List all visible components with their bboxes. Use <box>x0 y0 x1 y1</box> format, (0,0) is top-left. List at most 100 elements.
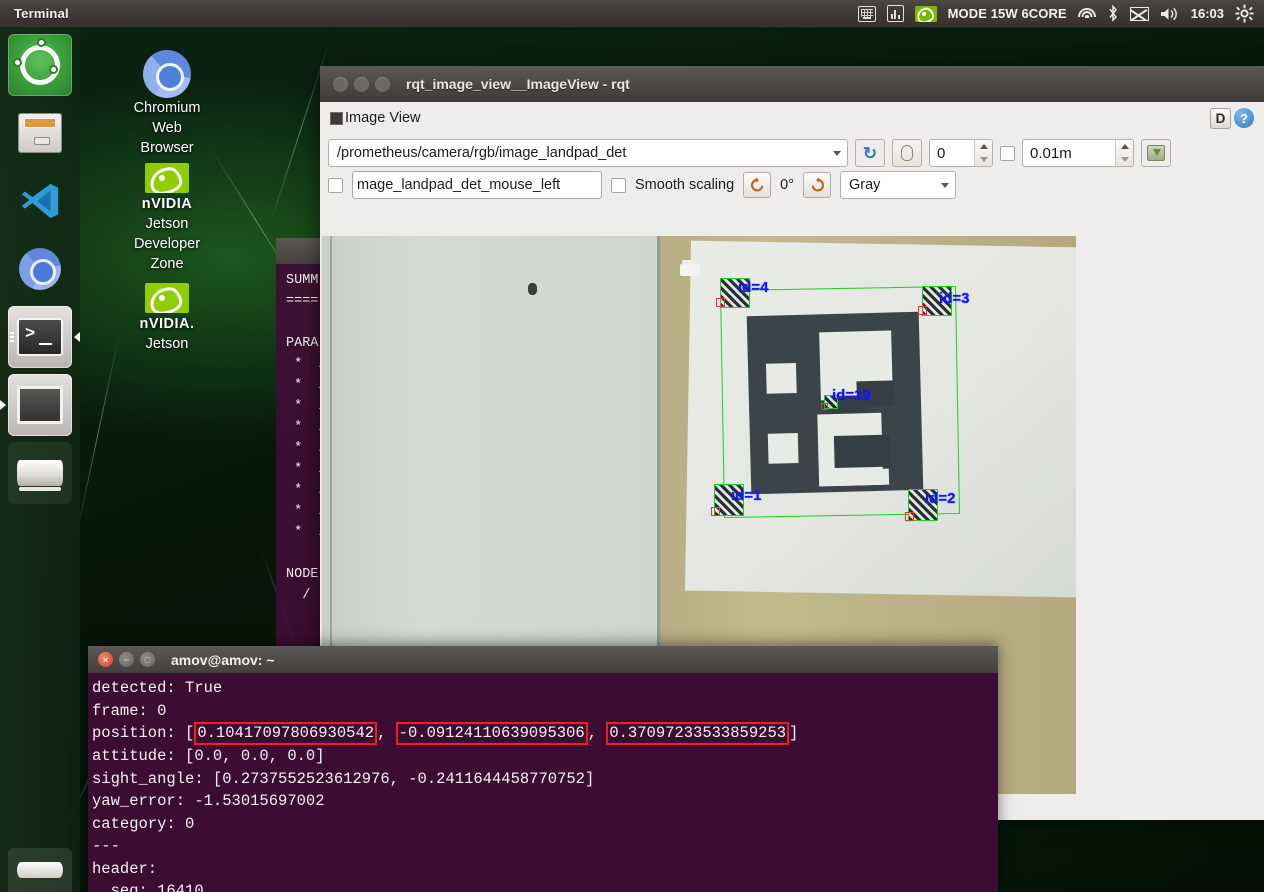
rotate-counterclockwise-icon <box>750 177 763 191</box>
rqt-minimize-button[interactable] <box>354 76 369 92</box>
publish-topic-input[interactable]: mage_landpad_det_mouse_left <box>352 171 602 199</box>
dock-button[interactable]: D <box>1210 107 1231 129</box>
terminal-line: sight_angle: [0.2737552523612976, -0.241… <box>92 769 595 788</box>
chevron-up-icon <box>979 144 988 149</box>
terminal-line: detected: True <box>92 679 223 697</box>
publish-click-checkbox[interactable] <box>328 177 343 193</box>
help-button[interactable]: ? <box>1234 108 1254 128</box>
number-spinbox-value: 0 <box>937 144 946 162</box>
desktop-icon-label: Chromium <box>133 100 201 116</box>
close-button[interactable]: × <box>98 652 113 667</box>
panel-app-title[interactable]: Terminal <box>14 6 69 21</box>
corner-marker-icon <box>821 403 828 410</box>
desktop-icon-label: Browser <box>140 140 194 156</box>
launcher-item-disk[interactable] <box>8 442 72 504</box>
gear-glyph <box>1235 4 1254 23</box>
volume-icon[interactable] <box>1160 6 1180 22</box>
corner-marker-icon <box>905 512 914 521</box>
desktop-icon-label: Developer <box>133 236 201 252</box>
max-depth-checkbox[interactable] <box>1000 145 1015 161</box>
launcher-item-files[interactable] <box>8 102 72 164</box>
desktop-icon-label: Zone <box>150 256 184 272</box>
terminal-line: --- <box>92 837 120 855</box>
nvidia-power-mode-label[interactable]: MODE 15W 6CORE <box>948 6 1067 21</box>
nvidia-icon <box>145 163 189 193</box>
mail-icon[interactable] <box>1129 6 1149 21</box>
rqt-window-buttons[interactable] <box>333 76 390 92</box>
launcher-item-ubuntu-dash[interactable] <box>8 34 72 96</box>
topic-combo-value: /prometheus/camera/rgb/image_landpad_det <box>337 145 627 161</box>
position-x-highlight: 0.10417097806930542 <box>194 722 378 745</box>
corner-marker-icon <box>716 298 725 307</box>
launcher-item-screen[interactable] <box>0 374 72 436</box>
position-suffix: ] <box>789 724 799 742</box>
bluetooth-icon[interactable] <box>1107 5 1119 22</box>
rqt-close-button[interactable] <box>333 76 348 92</box>
nvidia-icon[interactable] <box>914 5 937 22</box>
corner-marker-icon <box>711 507 720 516</box>
nvidia-icon <box>145 283 189 313</box>
launcher-item-trash[interactable] <box>8 848 72 892</box>
wifi-icon[interactable] <box>1077 7 1096 21</box>
chevron-down-icon <box>833 150 841 156</box>
apriltag-label: id=1 <box>731 487 762 504</box>
system-monitor-icon[interactable] <box>886 5 904 22</box>
terminal-line: frame: 0 <box>92 701 167 720</box>
mouse-icon <box>901 145 913 161</box>
desktop-icon-nvidia-jetson-developer-zone[interactable]: nVIDIA Jetson Developer Zone <box>92 162 242 274</box>
terminal-output[interactable]: detected: True frame: 0 position: [0.10417… <box>88 673 998 892</box>
mouse-publish-button[interactable] <box>892 139 922 167</box>
smooth-scaling-checkbox[interactable] <box>611 177 626 193</box>
apriltag-label: id=4 <box>738 279 769 296</box>
chromium-icon <box>19 248 61 290</box>
foreground-terminal-window[interactable]: × − □ amov@amov: ~ detected: True frame: … <box>88 646 998 892</box>
chevron-down-icon <box>979 157 988 162</box>
chromium-icon <box>143 50 191 98</box>
topic-combo[interactable]: /prometheus/camera/rgb/image_landpad_det <box>328 139 848 167</box>
spinbox-arrows[interactable] <box>974 140 992 166</box>
rqt-titlebar[interactable]: rqt_image_view__ImageView - rqt <box>320 66 1264 102</box>
minimize-button[interactable]: − <box>119 652 134 667</box>
save-image-button[interactable] <box>1141 139 1171 167</box>
launcher-item-chromium[interactable] <box>8 238 72 300</box>
max-depth-value: 0.01m <box>1030 144 1072 162</box>
screen-icon <box>17 386 63 424</box>
rotate-clockwise-icon <box>811 177 824 191</box>
keyboard-icon[interactable] <box>857 5 876 22</box>
refresh-icon: ↻ <box>862 143 878 163</box>
clock-label[interactable]: 16:03 <box>1191 6 1224 21</box>
rotate-clockwise-button[interactable] <box>803 172 832 198</box>
terminal-titlebar[interactable]: × − □ amov@amov: ~ <box>88 646 998 673</box>
desktop-icon-chromium-web-browser[interactable]: Chromium Web Browser <box>92 50 242 158</box>
files-icon <box>18 113 62 153</box>
launcher-item-vscode[interactable] <box>8 170 72 232</box>
gear-icon[interactable] <box>1235 4 1254 23</box>
desktop-icon-label: Web <box>152 120 182 136</box>
plugin-grip-icon[interactable] <box>330 111 343 125</box>
rqt-toolbar-row2: mage_landpad_det_mouse_left Smooth scali… <box>320 171 1264 205</box>
smooth-scaling-label: Smooth scaling <box>635 177 735 193</box>
max-depth-spinbox[interactable]: 0.01m <box>1022 139 1134 167</box>
apriltag-label: id=2 <box>925 490 956 507</box>
refresh-topics-button[interactable]: ↻ <box>855 139 885 167</box>
colormap-combo[interactable]: Gray <box>840 171 957 199</box>
rqt-maximize-button[interactable] <box>375 76 390 92</box>
running-indicator-icon <box>10 332 14 342</box>
maximize-button[interactable]: □ <box>140 652 155 667</box>
spinbox-arrows[interactable] <box>1115 140 1133 166</box>
rotate-counterclockwise-button[interactable] <box>743 172 772 198</box>
publish-topic-value: mage_landpad_det_mouse_left <box>357 177 561 193</box>
launcher-item-terminal[interactable]: > <box>8 306 80 368</box>
number-spinbox[interactable]: 0 <box>929 139 993 167</box>
save-image-icon <box>1147 145 1165 161</box>
focused-indicator-icon <box>74 332 80 342</box>
terminal-line: attitude: [0.0, 0.0, 0.0] <box>92 747 325 765</box>
plugin-title: Image View <box>345 110 421 126</box>
terminal-line-position: position: [0.10417097806930542, -0.09124… <box>92 722 998 745</box>
desktop-icon-nvidia-jetson[interactable]: nVIDIA. Jetson <box>92 282 242 354</box>
colormap-value: Gray <box>849 177 881 193</box>
terminal-line: yaw_error: -1.53015697002 <box>92 792 325 810</box>
rotation-value-label: 0° <box>780 177 795 193</box>
trash-icon <box>17 862 63 878</box>
position-y-highlight: -0.09124110639095306 <box>395 722 588 745</box>
